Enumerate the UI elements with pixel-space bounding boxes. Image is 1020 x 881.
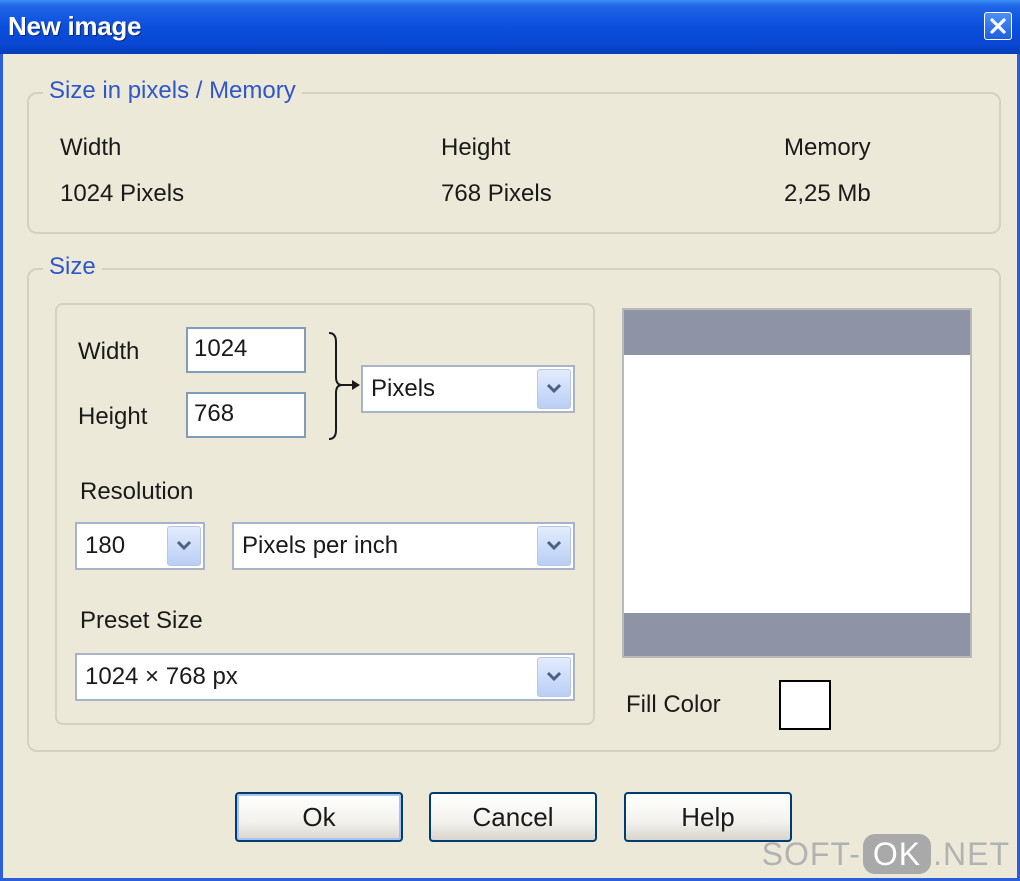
width-label: Width: [78, 338, 140, 365]
new-image-dialog: New image Size in pixels / Memory Width …: [0, 0, 1020, 881]
preset-size-label: Preset Size: [80, 607, 203, 634]
fill-color-swatch[interactable]: [779, 680, 831, 730]
memory-group-legend: Size in pixels / Memory: [43, 77, 302, 105]
title-bar[interactable]: New image: [0, 0, 1020, 54]
watermark-left: SOFT-: [761, 836, 861, 872]
window-title: New image: [8, 11, 142, 41]
memory-groupbox: [27, 92, 1001, 234]
resolution-unit-value: Pixels per inch: [242, 532, 399, 559]
resolution-dropdown-value: 180: [85, 532, 126, 559]
watermark-right: .NET: [933, 836, 1010, 872]
preset-size-dropdown[interactable]: 1024 × 768 px: [75, 653, 575, 701]
watermark-pill: OK: [862, 834, 932, 874]
close-icon: [990, 18, 1006, 34]
height-label: Height: [78, 403, 148, 430]
width-input[interactable]: 1024: [186, 327, 306, 373]
chevron-down-icon: [176, 540, 192, 551]
info-memory-value: 2,25 Mb: [784, 180, 871, 207]
resolution-dropdown-button[interactable]: [167, 526, 201, 566]
bracket-arrow-icon: [328, 332, 360, 440]
size-group-legend: Size: [43, 253, 102, 281]
resolution-label: Resolution: [80, 478, 194, 505]
resolution-dropdown[interactable]: 180: [75, 522, 205, 570]
unit-dropdown[interactable]: Pixels: [361, 365, 575, 413]
cancel-button[interactable]: Cancel: [429, 792, 597, 842]
image-preview: [622, 308, 972, 658]
info-height-label: Height: [441, 134, 511, 161]
fill-color-label: Fill Color: [626, 691, 721, 718]
info-width-value: 1024 Pixels: [60, 180, 185, 207]
resolution-unit-dropdown[interactable]: Pixels per inch: [232, 522, 575, 570]
close-button[interactable]: [984, 12, 1012, 40]
info-width-label: Width: [60, 134, 122, 161]
chevron-down-icon: [546, 540, 562, 551]
watermark: SOFT- OK .NET: [762, 834, 1010, 880]
chevron-down-icon: [546, 671, 562, 682]
preset-size-value: 1024 × 768 px: [85, 663, 238, 690]
height-input[interactable]: 768: [186, 392, 306, 438]
unit-dropdown-value: Pixels: [371, 375, 436, 402]
resolution-unit-dropdown-button[interactable]: [537, 526, 571, 566]
ok-button[interactable]: Ok: [235, 792, 403, 842]
preset-size-dropdown-button[interactable]: [537, 657, 571, 697]
chevron-down-icon: [546, 383, 562, 394]
preview-top-band: [624, 310, 970, 355]
preview-bottom-band: [624, 613, 970, 656]
unit-dropdown-button[interactable]: [537, 369, 571, 409]
info-height-value: 768 Pixels: [441, 180, 552, 207]
info-memory-label: Memory: [784, 134, 871, 161]
